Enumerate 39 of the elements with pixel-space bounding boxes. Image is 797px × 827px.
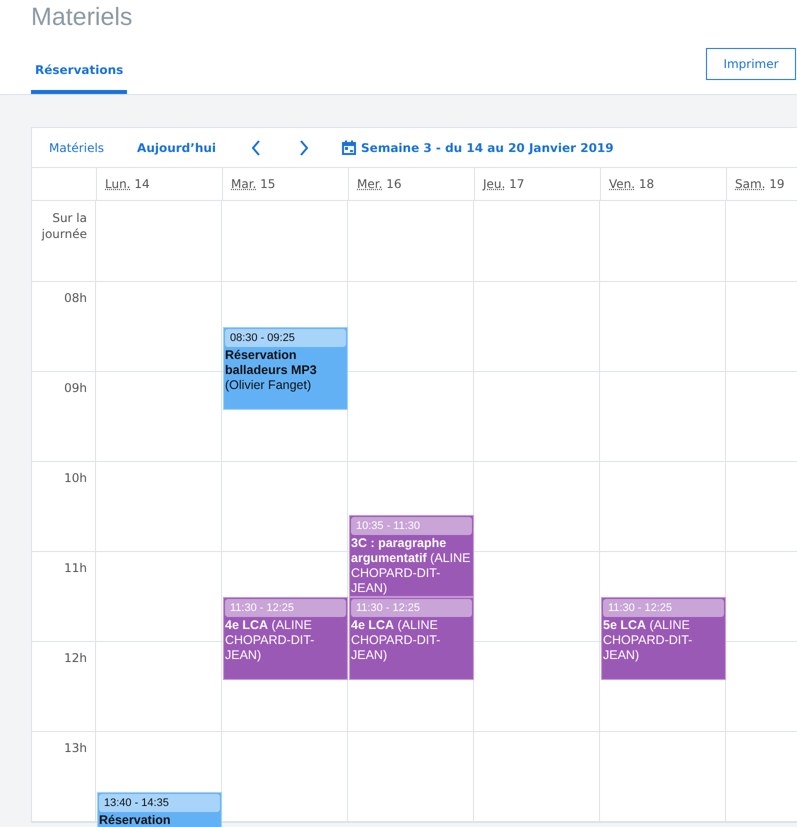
event-text: 4e LCA (ALINE CHOPARD-DIT-JEAN) bbox=[351, 618, 442, 663]
event-text: Réservation balladeurs MP3 (Olivier Fanget) bbox=[225, 348, 318, 393]
next-button[interactable] bbox=[298, 138, 310, 156]
event-time: 13:40 - 14:35 bbox=[99, 794, 220, 812]
hour-label: 08h bbox=[64, 291, 87, 305]
event-time: 10:35 - 11:30 bbox=[351, 516, 472, 534]
all-day-label: Sur la journée bbox=[42, 211, 87, 241]
day-header: Mar. 15 bbox=[231, 177, 276, 191]
event-text: 3C : paragraphe argumentatif (ALINE CHOPARD-DIT-JEAN) bbox=[351, 536, 472, 596]
event-text: 4e LCA (ALINE CHOPARD-DIT-JEAN) bbox=[225, 618, 316, 663]
hour-label: 12h bbox=[64, 651, 87, 665]
calendar-event[interactable]: 08:30 - 09:25 Réservation balladeurs MP3 (Olivier Fanget) bbox=[223, 327, 348, 410]
resources-link[interactable]: Matériels bbox=[49, 140, 104, 154]
today-button[interactable]: Aujourd’hui bbox=[137, 140, 216, 154]
calendar-event[interactable]: 13:40 - 14:35 Réservation bbox=[97, 792, 222, 827]
day-header: Lun. 14 bbox=[105, 177, 150, 191]
hour-label: 11h bbox=[64, 561, 87, 575]
event-text: Réservation bbox=[99, 813, 172, 827]
calendar-icon bbox=[341, 140, 358, 156]
hour-label: 09h bbox=[64, 381, 87, 395]
day-header: Ven. 18 bbox=[609, 177, 654, 191]
previous-button[interactable] bbox=[250, 138, 262, 156]
event-time: 11:30 - 12:25 bbox=[351, 599, 472, 617]
calendar-event[interactable]: 10:35 - 11:30 3C : paragraphe argumentatif (ALINE CHOPARD-DIT-JEAN) bbox=[349, 514, 474, 597]
day-header: Sam. 19 bbox=[735, 177, 785, 191]
print-button[interactable]: Imprimer bbox=[706, 48, 796, 80]
week-label: Semaine 3 - du 14 au 20 Janvier 2019 bbox=[361, 140, 614, 154]
hour-label: 13h bbox=[64, 741, 87, 755]
day-header: Jeu. 17 bbox=[483, 177, 524, 191]
event-time: 11:30 - 12:25 bbox=[225, 599, 346, 617]
calendar-event[interactable]: 11:30 - 12:25 5e LCA (ALINE CHOPARD-DIT-JEAN) bbox=[601, 597, 726, 680]
event-text: 5e LCA (ALINE CHOPARD-DIT-JEAN) bbox=[603, 618, 694, 663]
event-time: 11:30 - 12:25 bbox=[603, 599, 724, 617]
event-time: 08:30 - 09:25 bbox=[225, 329, 346, 347]
page-title: Materiels bbox=[30, 2, 134, 33]
calendar-event[interactable]: 11:30 - 12:25 4e LCA (ALINE CHOPARD-DIT-JEAN) bbox=[349, 597, 474, 680]
day-header: Mer. 16 bbox=[357, 177, 402, 191]
hour-label: 10h bbox=[64, 471, 87, 485]
calendar-event[interactable]: 11:30 - 12:25 4e LCA (ALINE CHOPARD-DIT-JEAN) bbox=[223, 597, 348, 680]
